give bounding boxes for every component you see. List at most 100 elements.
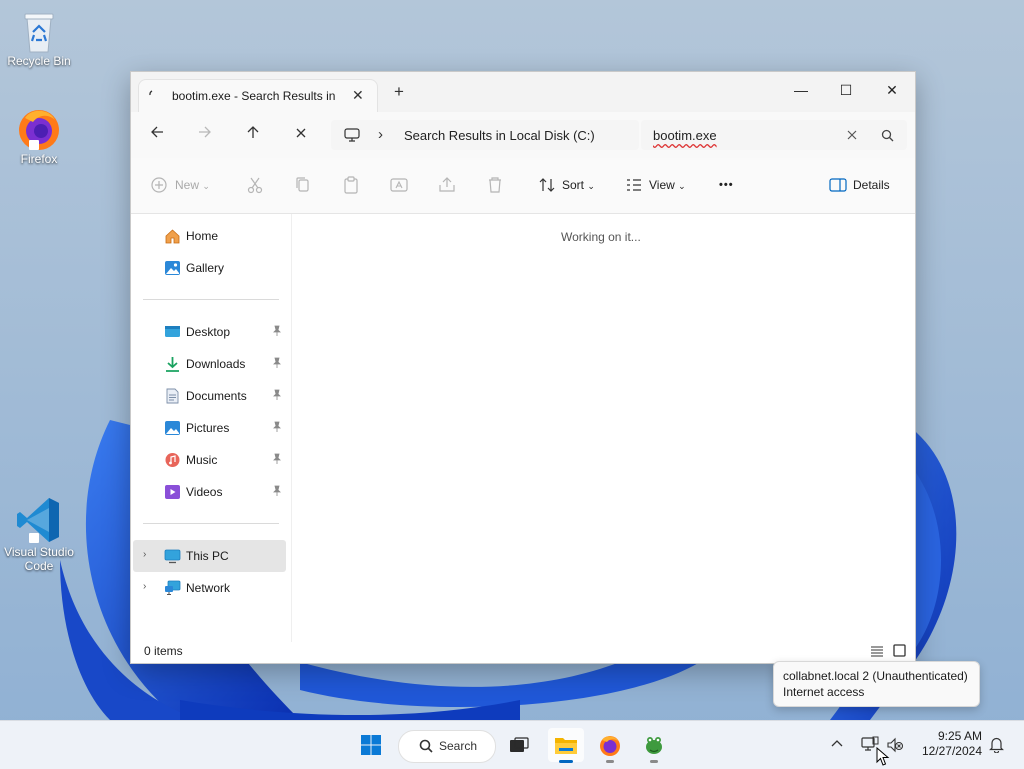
- mouse-cursor-icon: [876, 747, 890, 766]
- more-options-button[interactable]: •••: [719, 175, 734, 195]
- new-plus-icon: [151, 177, 167, 193]
- view-icon: [627, 179, 641, 191]
- delete-icon[interactable]: [485, 175, 505, 195]
- taskbar-app[interactable]: [636, 728, 672, 763]
- taskbar-file-explorer[interactable]: [548, 728, 584, 763]
- network-icon: [165, 580, 181, 595]
- breadcrumb-location[interactable]: Search Results in Local Disk (C:): [404, 128, 595, 143]
- gallery-icon: [165, 261, 180, 275]
- nav-item-network[interactable]: › Network: [133, 572, 286, 604]
- chevron-right-icon[interactable]: ›: [143, 549, 146, 560]
- nav-item-home[interactable]: Home: [133, 220, 286, 252]
- desktop-folder-icon: [165, 326, 180, 337]
- pane-divider: [291, 214, 292, 642]
- cut-icon[interactable]: [245, 175, 265, 195]
- paste-icon[interactable]: [341, 175, 361, 195]
- nav-item-desktop[interactable]: Desktop: [133, 316, 286, 348]
- nav-item-videos[interactable]: Videos: [133, 476, 286, 508]
- address-bar[interactable]: › Search Results in Local Disk (C:): [331, 120, 639, 150]
- tooltip-network-name: collabnet.local 2 (Unauthenticated): [783, 669, 968, 683]
- pin-icon: [273, 325, 281, 336]
- taskbar-search[interactable]: Search: [398, 730, 496, 763]
- nav-item-music[interactable]: Music: [133, 444, 286, 476]
- new-button[interactable]: New ⌄: [175, 175, 210, 195]
- task-view-icon: [510, 737, 529, 752]
- desktop-icon-vscode[interactable]: Visual Studio Code: [1, 495, 77, 573]
- system-clock[interactable]: 9:25 AM 12/27/2024: [918, 729, 982, 759]
- rename-icon[interactable]: [389, 175, 409, 195]
- running-indicator: [559, 760, 573, 763]
- shortcut-arrow-icon: [29, 140, 39, 150]
- chevron-down-icon: ⌄: [678, 181, 686, 191]
- nav-divider: [143, 523, 279, 524]
- firefox-icon: [19, 110, 59, 150]
- this-pc-monitor-icon: [344, 128, 360, 142]
- downloads-icon: [166, 357, 179, 372]
- clock-time: 9:25 AM: [937, 729, 982, 743]
- nav-item-gallery[interactable]: Gallery: [133, 252, 286, 284]
- running-indicator: [606, 760, 614, 763]
- pin-icon: [273, 421, 281, 432]
- minimize-button[interactable]: —: [781, 76, 821, 104]
- address-row: › Search Results in Local Disk (C:) boot…: [131, 112, 915, 158]
- close-window-button[interactable]: ✕: [872, 76, 912, 104]
- recycle-bin-label: Recycle Bin: [7, 54, 71, 68]
- back-button[interactable]: [145, 125, 169, 145]
- windows-logo-icon: [361, 735, 381, 755]
- nav-divider: [143, 299, 279, 300]
- search-icon[interactable]: [881, 129, 894, 142]
- chevron-down-icon: ⌄: [202, 181, 210, 191]
- chevron-right-icon[interactable]: ›: [143, 581, 146, 592]
- chevron-down-icon: ⌄: [587, 181, 595, 191]
- nav-label: Desktop: [186, 325, 231, 339]
- tab-search-results[interactable]: bootim.exe - Search Results in ✕: [139, 80, 377, 112]
- maximize-button[interactable]: ☐: [826, 76, 866, 104]
- nav-label: Pictures: [186, 421, 230, 435]
- recycle-bin-icon: [24, 13, 54, 53]
- nav-label: This PC: [186, 549, 229, 563]
- documents-icon: [166, 388, 179, 404]
- nav-label: Videos: [186, 485, 223, 499]
- close-tab-icon[interactable]: ✕: [352, 87, 364, 104]
- title-bar: bootim.exe - Search Results in ✕ + — ☐ ✕: [131, 72, 915, 112]
- desktop-icon-recycle-bin[interactable]: Recycle Bin: [1, 8, 77, 68]
- nav-item-documents[interactable]: Documents: [133, 380, 286, 412]
- tab-title: bootim.exe - Search Results in: [172, 89, 336, 103]
- taskbar: Search 9:25 AM 12/27/2024: [0, 720, 1024, 769]
- show-hidden-icons-chevron-up-icon[interactable]: [831, 738, 843, 748]
- desktop-icon-firefox[interactable]: Firefox: [1, 104, 77, 166]
- share-icon[interactable]: [437, 175, 457, 195]
- navigation-pane: Home Gallery Desktop Downloads Documents…: [131, 214, 291, 634]
- search-box[interactable]: bootim.exe: [641, 120, 907, 150]
- copy-icon[interactable]: [293, 175, 313, 195]
- running-indicator: [650, 760, 658, 763]
- clear-search-icon[interactable]: [847, 130, 857, 140]
- task-view-button[interactable]: [501, 728, 537, 762]
- stop-button[interactable]: [289, 125, 313, 145]
- search-input[interactable]: bootim.exe: [653, 128, 717, 143]
- shortcut-arrow-icon: [29, 533, 39, 543]
- vscode-label: Visual Studio Code: [4, 545, 74, 573]
- frog-app-icon: [646, 737, 662, 754]
- pictures-icon: [165, 421, 180, 435]
- tiles-view-icon[interactable]: [893, 644, 906, 657]
- details-button[interactable]: Details: [853, 175, 890, 195]
- taskbar-firefox[interactable]: [592, 728, 628, 763]
- start-button[interactable]: [353, 728, 389, 762]
- up-button[interactable]: [241, 125, 265, 145]
- view-button[interactable]: View ⌄: [649, 175, 686, 195]
- new-tab-button[interactable]: +: [394, 83, 404, 101]
- sort-button[interactable]: Sort ⌄: [562, 175, 595, 195]
- nav-item-pictures[interactable]: Pictures: [133, 412, 286, 444]
- videos-icon: [165, 485, 180, 499]
- file-explorer-window: bootim.exe - Search Results in ✕ + — ☐ ✕…: [130, 71, 916, 664]
- pin-icon: [273, 389, 281, 400]
- details-view-icon[interactable]: [870, 645, 884, 657]
- forward-button[interactable]: [193, 125, 217, 145]
- nav-label: Downloads: [186, 357, 246, 371]
- notification-bell-icon[interactable]: [989, 736, 1004, 753]
- stop-x-icon: [296, 128, 306, 138]
- nav-label: Home: [186, 229, 219, 243]
- nav-item-downloads[interactable]: Downloads: [133, 348, 286, 380]
- nav-item-this-pc[interactable]: › This PC: [133, 540, 286, 572]
